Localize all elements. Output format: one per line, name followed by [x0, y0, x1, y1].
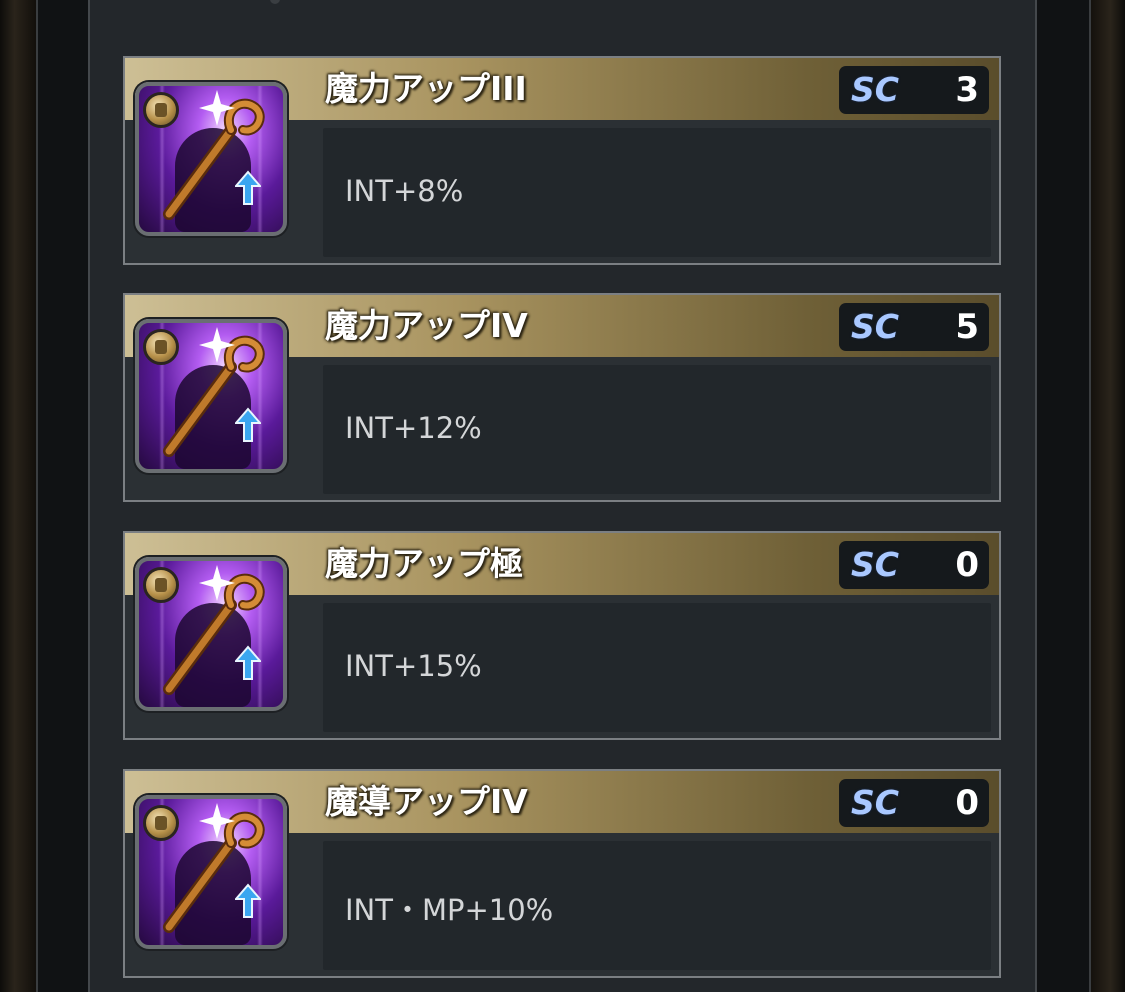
- sc-value: 0: [955, 545, 979, 585]
- skill-name: 魔力アップIII: [325, 69, 527, 108]
- magic-staff-icon[interactable]: [135, 319, 287, 473]
- sc-cost-badge: SC 3: [839, 66, 989, 114]
- skill-card[interactable]: INT+15% 魔力アップ極 SC 0: [123, 531, 1001, 740]
- skill-effect-panel: INT・MP+10%: [323, 841, 991, 970]
- skill-effect-text: INT+8%: [345, 174, 464, 208]
- magic-staff-icon[interactable]: [135, 795, 287, 949]
- skill-effect-text: INT・MP+10%: [345, 893, 554, 927]
- up-arrow-icon: [235, 883, 261, 918]
- element-badge-icon: [143, 805, 179, 841]
- outer-frame-right: [1089, 0, 1125, 992]
- up-arrow-icon: [235, 407, 261, 442]
- skill-effect-panel: INT+8%: [323, 128, 991, 257]
- outer-frame-left: [0, 0, 36, 992]
- sc-label: SC: [851, 783, 899, 822]
- sc-value: 5: [955, 307, 979, 347]
- sc-cost-badge: SC 0: [839, 541, 989, 589]
- sc-value: 0: [955, 783, 979, 823]
- skill-card[interactable]: INT・MP+10% 魔導アップIV SC 0: [123, 769, 1001, 978]
- skill-effect-panel: INT+12%: [323, 365, 991, 494]
- sc-label: SC: [851, 307, 899, 346]
- magic-staff-icon[interactable]: [135, 82, 287, 236]
- skill-name: 魔力アップ極: [325, 544, 523, 583]
- skill-card[interactable]: INT+12% 魔力アップIV SC 5: [123, 293, 1001, 502]
- element-badge-icon: [143, 92, 179, 128]
- up-arrow-icon: [235, 170, 261, 205]
- skill-effect-text: INT+15%: [345, 649, 482, 683]
- sc-cost-badge: SC 5: [839, 303, 989, 351]
- up-arrow-icon: [235, 645, 261, 680]
- magic-staff-icon[interactable]: [135, 557, 287, 711]
- sc-label: SC: [851, 545, 899, 584]
- element-badge-icon: [143, 567, 179, 603]
- sc-label: SC: [851, 70, 899, 109]
- skill-name: 魔力アップIV: [325, 306, 528, 345]
- sc-cost-badge: SC 0: [839, 779, 989, 827]
- element-badge-icon: [143, 329, 179, 365]
- panel-ornament: [270, 0, 280, 4]
- skill-effect-panel: INT+15%: [323, 603, 991, 732]
- skill-name: 魔導アップIV: [325, 782, 528, 821]
- sc-value: 3: [955, 70, 979, 110]
- skill-card[interactable]: INT+8% 魔力アップIII SC 3: [123, 56, 1001, 265]
- skill-effect-text: INT+12%: [345, 411, 482, 445]
